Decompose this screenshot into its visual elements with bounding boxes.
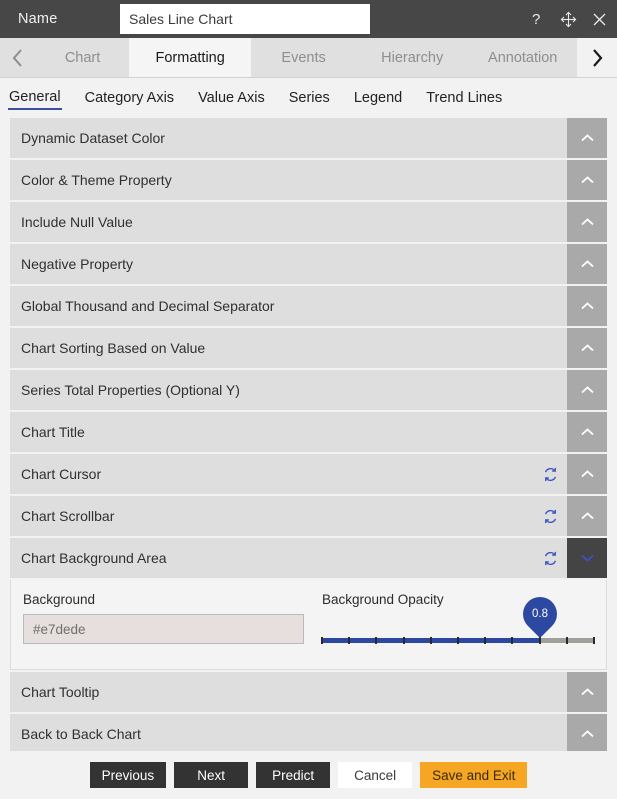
accordion-row[interactable]: Chart Cursor — [10, 454, 607, 494]
accordion-row[interactable]: Chart Sorting Based on Value — [10, 328, 607, 368]
tab-formatting-label: Formatting — [155, 49, 225, 66]
chevron-up-icon[interactable] — [567, 328, 607, 368]
chevron-up-icon[interactable] — [567, 412, 607, 452]
save-and-exit-button[interactable]: Save and Exit — [420, 762, 528, 788]
chevron-up-icon[interactable] — [567, 496, 607, 536]
accordion-row-label: Series Total Properties (Optional Y) — [21, 382, 240, 398]
chevron-down-icon[interactable] — [567, 538, 607, 578]
name-label: Name — [18, 11, 58, 27]
refresh-icon[interactable] — [537, 545, 563, 571]
tab-hierarchy-label: Hierarchy — [381, 49, 444, 66]
accordion-row[interactable]: Chart Background Area — [10, 538, 607, 578]
accordion-row[interactable]: Color & Theme Property — [10, 160, 607, 200]
help-icon[interactable]: ? — [528, 10, 547, 29]
background-color-field-group: Background #e7dede — [23, 592, 308, 644]
accordion-row-label: Chart Scrollbar — [21, 508, 115, 524]
dialog-footer: Previous Next Predict Cancel Save and Ex… — [0, 751, 617, 799]
tab-annotation[interactable]: Annotation — [468, 38, 577, 77]
accordion-row[interactable]: Negative Property — [10, 244, 607, 284]
subtab-legend[interactable]: Legend — [353, 88, 403, 109]
tab-events[interactable]: Events — [251, 38, 356, 77]
refresh-icon[interactable] — [537, 503, 563, 529]
formatting-subtabs: General Category Axis Value Axis Series … — [0, 78, 617, 118]
accordion-row-label: Chart Sorting Based on Value — [21, 340, 206, 356]
accordion-row[interactable]: Include Null Value — [10, 202, 607, 242]
tab-chart[interactable]: Chart — [36, 38, 129, 77]
tab-annotation-label: Annotation — [488, 49, 558, 66]
name-input[interactable]: Sales Line Chart — [120, 4, 370, 34]
chevron-left-icon — [10, 47, 26, 69]
subtab-legend-label: Legend — [353, 89, 403, 106]
subtab-series-label: Series — [288, 89, 330, 106]
accordion-row[interactable]: Chart Scrollbar — [10, 496, 607, 536]
subtab-trend-lines[interactable]: Trend Lines — [425, 88, 503, 109]
next-button[interactable]: Next — [174, 762, 249, 788]
accordion-row[interactable]: Series Total Properties (Optional Y) — [10, 370, 607, 410]
accordion-row-label: Chart Background Area — [21, 550, 167, 566]
chevron-up-icon[interactable] — [567, 244, 607, 284]
slider-value-label: 0.8 — [531, 608, 548, 620]
background-opacity-field-group: Background Opacity 0.8 — [321, 589, 595, 647]
subtab-category-axis-label: Category Axis — [84, 89, 175, 106]
name-input-value: Sales Line Chart — [129, 11, 233, 27]
chevron-up-icon[interactable] — [567, 286, 607, 326]
subtab-general[interactable]: General — [8, 87, 62, 110]
accordion-row[interactable]: Chart Tooltip — [10, 672, 607, 712]
tab-list: Chart Formatting Events Hierarchy Annota… — [36, 38, 577, 77]
accordion-row-label: Include Null Value — [21, 214, 133, 230]
accordion-row[interactable]: Global Thousand and Decimal Separator — [10, 286, 607, 326]
accordion-row[interactable]: Dynamic Dataset Color — [10, 118, 607, 158]
tab-formatting[interactable]: Formatting — [129, 38, 252, 77]
tab-events-label: Events — [281, 49, 326, 66]
background-opacity-slider[interactable]: 0.8 — [321, 589, 595, 647]
background-color-input[interactable]: #e7dede — [23, 614, 304, 644]
accordion-row-label: Back to Back Chart — [21, 726, 141, 742]
subtab-general-label: General — [9, 88, 61, 105]
accordion-row-label: Color & Theme Property — [21, 172, 172, 188]
accordion-row-label: Negative Property — [21, 256, 134, 272]
chevron-right-icon — [589, 47, 605, 69]
background-color-value: #e7dede — [33, 621, 86, 637]
close-icon[interactable] — [590, 10, 609, 29]
refresh-icon[interactable] — [537, 461, 563, 487]
chevron-up-icon[interactable] — [567, 118, 607, 158]
chevron-up-icon[interactable] — [567, 160, 607, 200]
subtab-series[interactable]: Series — [288, 88, 331, 109]
slider-ticks — [321, 637, 595, 644]
chevron-up-icon[interactable] — [567, 714, 607, 754]
chevron-up-icon[interactable] — [567, 454, 607, 494]
tabs-scroll-right-button[interactable] — [577, 38, 617, 77]
accordion-row-label: Dynamic Dataset Color — [21, 130, 165, 146]
svg-text:?: ? — [532, 11, 540, 27]
general-settings-accordion: Dynamic Dataset Color Color & Theme Prope… — [0, 118, 617, 754]
subtab-category-axis[interactable]: Category Axis — [84, 88, 175, 109]
accordion-row-label: Global Thousand and Decimal Separator — [21, 298, 275, 314]
accordion-row[interactable]: Back to Back Chart — [10, 714, 607, 754]
subtab-trend-lines-label: Trend Lines — [426, 89, 503, 106]
predict-button[interactable]: Predict — [256, 762, 331, 788]
accordion-row-label: Chart Tooltip — [21, 684, 100, 700]
subtab-value-axis-label: Value Axis — [198, 89, 265, 106]
chevron-up-icon[interactable] — [567, 202, 607, 242]
subtab-value-axis[interactable]: Value Axis — [197, 88, 266, 109]
tab-chart-label: Chart — [64, 49, 101, 66]
previous-button[interactable]: Previous — [89, 762, 167, 788]
window-controls: ? — [528, 0, 609, 38]
window-titlebar: Name Sales Line Chart ? — [0, 0, 617, 38]
chevron-up-icon[interactable] — [567, 370, 607, 410]
accordion-row-label: Chart Cursor — [21, 466, 102, 482]
background-label: Background — [23, 592, 96, 607]
move-icon[interactable] — [559, 10, 578, 29]
accordion-row[interactable]: Chart Title — [10, 412, 607, 452]
tabs-scroll-left-button[interactable] — [0, 38, 36, 77]
tab-hierarchy[interactable]: Hierarchy — [356, 38, 468, 77]
accordion-row-label: Chart Title — [21, 424, 85, 440]
cancel-button[interactable]: Cancel — [338, 762, 413, 788]
main-tabbar: Chart Formatting Events Hierarchy Annota… — [0, 38, 617, 78]
chart-background-area-body: Background #e7dede Background Opacity 0.8 — [10, 580, 607, 670]
chevron-up-icon[interactable] — [567, 672, 607, 712]
